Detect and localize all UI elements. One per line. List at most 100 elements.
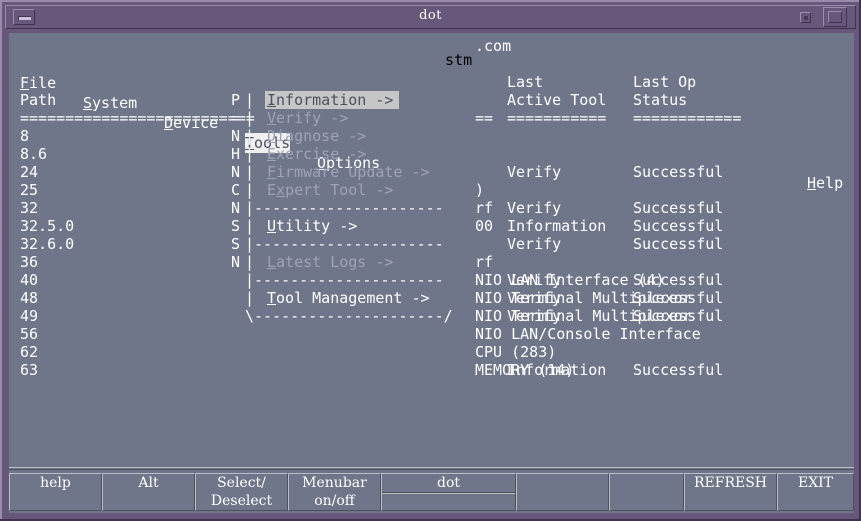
- title-bar[interactable]: dot: [5, 5, 856, 29]
- function-key-label-line1: dot: [436, 475, 461, 491]
- function-key-label-line2: on/off: [314, 493, 355, 509]
- maximize-icon: [828, 11, 842, 23]
- table-cell-product: N: [231, 163, 241, 181]
- menu-item-expert-tool: Expert Tool ->: [267, 181, 394, 199]
- function-key-select-deselect[interactable]: Select/Deselect: [195, 473, 288, 511]
- table-cell-description: rf: [475, 253, 494, 271]
- table-cell-last-active-tool: Verify: [507, 199, 562, 217]
- menu-bottom-border: \---------------------/: [245, 307, 453, 325]
- menu-item-utility[interactable]: Utility ->: [267, 217, 357, 235]
- table-cell-path: 25: [20, 181, 39, 199]
- table-rule-path: ==========================: [20, 109, 255, 127]
- function-key-alt[interactable]: Alt: [102, 473, 195, 511]
- menu-item-verify: Verify ->: [267, 109, 349, 127]
- table-cell-last-op-status: Successful: [633, 235, 724, 253]
- table-cell-last-op-status: Successful: [633, 217, 724, 235]
- function-key-dot[interactable]: dot: [381, 473, 516, 511]
- table-cell-last-active-tool: Verify: [507, 235, 562, 253]
- table-cell-last-active-tool: Verify: [507, 271, 562, 289]
- table-cell-path: 48: [20, 289, 39, 307]
- menu-gutter-pipe: |: [245, 109, 255, 127]
- menu-item-firmware-update: Firmware Update ->: [267, 163, 430, 181]
- table-rule-tool: ===========: [507, 109, 607, 127]
- table-cell-path: 40: [20, 271, 39, 289]
- table-cell-path: 62: [20, 343, 39, 361]
- function-key-bar-separator: [9, 467, 854, 470]
- table-cell-last-op-status: Successful: [633, 199, 724, 217]
- table-cell-product: N: [231, 127, 241, 145]
- restore-button[interactable]: [800, 12, 811, 23]
- table-cell-last-active-tool: Verify: [507, 163, 562, 181]
- table-rule-mid: ==: [475, 109, 494, 127]
- table-cell-product: H: [231, 145, 241, 163]
- table-cell-last-active-tool: Verify: [507, 307, 562, 325]
- menu-item-latest-logs: Latest Logs ->: [267, 253, 394, 271]
- menu-gutter-pipe: |: [245, 163, 255, 181]
- menu-gutter-pipe: |: [245, 145, 255, 163]
- table-cell-last-op-status: Successful: [633, 307, 724, 325]
- table-header-status-line2: Status: [633, 91, 688, 109]
- table-header-tool-line1: Last: [507, 73, 544, 91]
- menu-gutter-pipe: |: [245, 127, 255, 145]
- table-cell-path: 56: [20, 325, 39, 343]
- menu-item-information[interactable]: Information ->: [265, 91, 400, 109]
- application-window: dot stm File System Device Tools Options…: [0, 0, 861, 521]
- table-cell-last-active-tool: Information: [507, 217, 607, 235]
- table-cell-path: 32.5.0: [20, 217, 75, 235]
- table-cell-description: 00: [475, 217, 494, 235]
- terminal-client-area: stm File System Device Tools Options Hel…: [9, 33, 854, 513]
- function-key-label-line2: EXIT: [797, 475, 834, 491]
- function-key-bar: help Alt Select/Deselect Menubar on/off dot RE…: [9, 467, 854, 513]
- table-cell-product: C: [231, 181, 241, 199]
- menu-gutter-pipe: |: [245, 289, 255, 307]
- function-key-label-line2: Deselect: [210, 493, 273, 509]
- menu-separator: |---------------------: [245, 235, 444, 253]
- table-cell-path: 36: [20, 253, 39, 271]
- window-frame-top: [0, 0, 861, 2]
- table-rule-status: ============: [633, 109, 742, 127]
- table-cell-product: N: [231, 199, 241, 217]
- menu-gutter-pipe: |: [245, 253, 255, 271]
- function-key-exit[interactable]: EXIT: [777, 473, 854, 511]
- function-key-menubar-on-off[interactable]: Menubar on/off: [288, 473, 381, 511]
- table-cell-path: 32: [20, 199, 39, 217]
- function-key-label-line2: help: [40, 475, 71, 491]
- window-frame-left: [0, 0, 2, 521]
- function-key-label-line2: REFRESH: [693, 475, 768, 491]
- menu-item-tool-management[interactable]: Tool Management ->: [267, 289, 430, 307]
- function-key-refresh[interactable]: REFRESH: [684, 473, 777, 511]
- table-header-path: Path: [20, 91, 57, 109]
- function-key-help[interactable]: help: [9, 473, 102, 511]
- table-header-product-col: P: [231, 91, 241, 109]
- menu-separator: |---------------------: [245, 271, 444, 289]
- table-header-tool-line2: Active Tool: [507, 91, 607, 109]
- table-cell-path: 8: [20, 127, 30, 145]
- table-cell-path: 63: [20, 361, 39, 379]
- table-cell-path: 24: [20, 163, 39, 181]
- table-cell-description: ): [475, 181, 485, 199]
- maximize-button[interactable]: [823, 7, 847, 27]
- table-header-status-line1: Last Op: [633, 73, 697, 91]
- function-key-blank-2: [609, 473, 684, 511]
- table-cell-product: S: [231, 217, 241, 235]
- menu-gutter-pipe: |: [245, 217, 255, 235]
- table-cell-path: 49: [20, 307, 39, 325]
- menu-item-exercise: Exercise ->: [267, 145, 367, 163]
- function-key-label-line1: Menubar: [302, 475, 367, 491]
- table-cell-last-active-tool: Information: [507, 361, 607, 379]
- table-cell-description: rf: [475, 199, 494, 217]
- restore-icon: [804, 16, 808, 20]
- window-title: dot: [419, 8, 442, 23]
- menu-separator: |---------------------: [245, 199, 444, 217]
- menu-item-diagnose: Diagnose ->: [267, 127, 367, 145]
- function-key-blank-1: [516, 473, 609, 511]
- table-cell-last-op-status: Successful: [633, 163, 724, 181]
- table-cell-path: 8.6: [20, 145, 48, 163]
- table-cell-last-op-status: Successful: [633, 271, 724, 289]
- menu-gutter-pipe: |: [245, 91, 255, 109]
- table-rule-product: =: [231, 109, 241, 127]
- function-key-label-line2: [382, 494, 515, 512]
- table-cell-last-op-status: Successful: [633, 361, 724, 379]
- table-cell-description: CPU (283): [475, 343, 557, 361]
- function-key-label-line2: Alt: [138, 475, 159, 491]
